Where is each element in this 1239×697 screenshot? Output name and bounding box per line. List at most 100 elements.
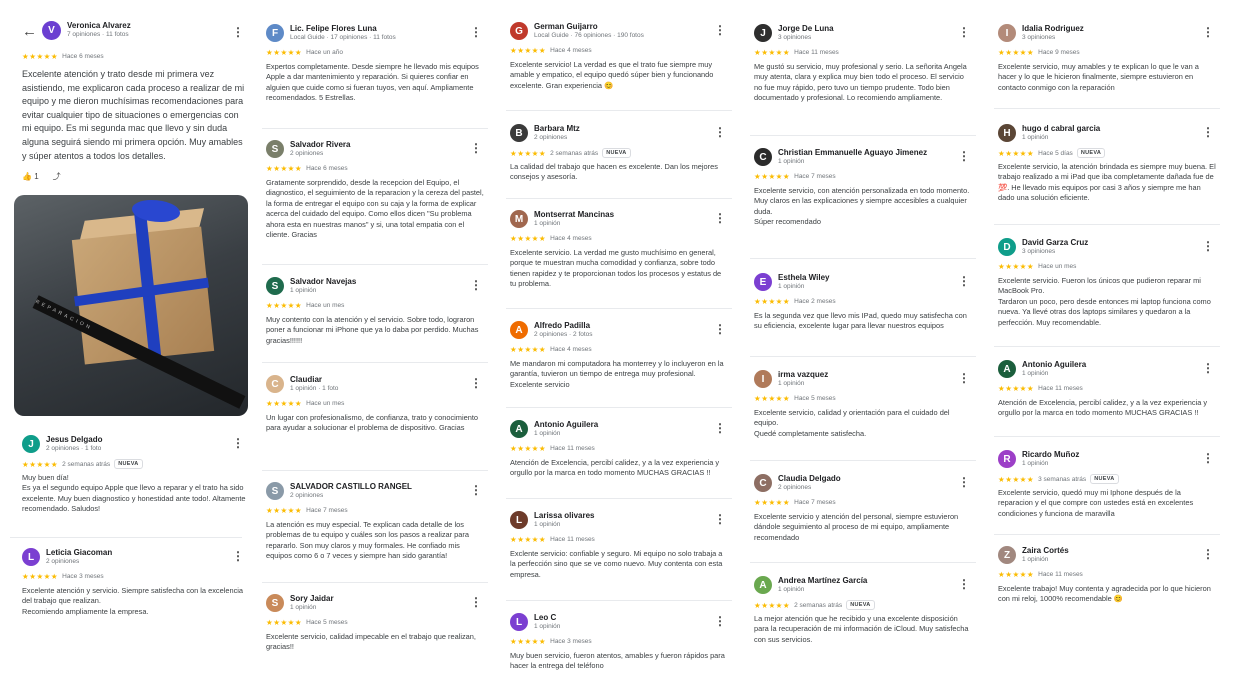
more-options-icon[interactable]: ⋮: [470, 26, 482, 38]
avatar[interactable]: M: [510, 210, 528, 228]
avatar[interactable]: S: [266, 140, 284, 158]
avatar[interactable]: J: [754, 24, 772, 42]
reviewer-name[interactable]: hugo d cabral garcia: [1022, 124, 1100, 134]
more-options-icon[interactable]: ⋮: [714, 212, 726, 224]
avatar[interactable]: F: [266, 24, 284, 42]
avatar[interactable]: H: [998, 124, 1016, 142]
avatar[interactable]: A: [510, 420, 528, 438]
reviewer-name[interactable]: German Guijarro: [534, 22, 644, 32]
review-detail-column: ← V Veronica Alvarez 7 opiniones · 11 fo…: [10, 0, 250, 697]
reviewer-name[interactable]: Alfredo Padilla: [534, 321, 593, 331]
avatar[interactable]: D: [998, 238, 1016, 256]
reviewer-name[interactable]: irma vazquez: [778, 370, 828, 380]
reviewer-name[interactable]: Idalia Rodriguez: [1022, 24, 1084, 34]
review-time: Hace 4 meses: [550, 47, 592, 54]
more-options-icon[interactable]: ⋮: [470, 596, 482, 608]
more-options-icon[interactable]: ⋮: [1202, 548, 1214, 560]
avatar[interactable]: L: [22, 548, 40, 566]
avatar[interactable]: A: [510, 321, 528, 339]
more-options-icon[interactable]: ⋮: [1202, 26, 1214, 38]
more-options-icon[interactable]: ⋮: [1202, 240, 1214, 252]
reviewer-name[interactable]: Sory Jaidar: [290, 594, 334, 604]
reviewer-name[interactable]: David Garza Cruz: [1022, 238, 1088, 248]
more-options-icon[interactable]: ⋮: [470, 279, 482, 291]
avatar[interactable]: Z: [998, 546, 1016, 564]
more-options-icon[interactable]: ⋮: [714, 513, 726, 525]
avatar[interactable]: A: [754, 576, 772, 594]
reviewer-name[interactable]: Barbara Mtz: [534, 124, 580, 134]
reviewer-name[interactable]: Andrea Martínez García: [778, 576, 867, 586]
more-options-icon[interactable]: ⋮: [714, 422, 726, 434]
reviewer-name[interactable]: Lic. Felipe Flores Luna: [290, 24, 396, 34]
reviewer-name[interactable]: SALVADOR CASTILLO RANGEL: [290, 482, 412, 492]
more-options-icon[interactable]: ⋮: [958, 372, 970, 384]
reviewer-name[interactable]: Christian Emmanuelle Aguayo Jimenez: [778, 148, 927, 158]
review-time: Hace un mes: [306, 302, 345, 309]
reviewer-name[interactable]: Larissa olivares: [534, 511, 594, 521]
reviewer-name[interactable]: Leo C: [534, 613, 560, 623]
star-rating: ★★★★★: [998, 570, 1035, 579]
avatar[interactable]: S: [266, 594, 284, 612]
more-options-icon[interactable]: ⋮: [232, 550, 244, 562]
more-options-icon[interactable]: ⋮: [1202, 362, 1214, 374]
reviewer-name[interactable]: Jesus Delgado: [46, 435, 102, 445]
more-options-icon[interactable]: ⋮: [714, 126, 726, 138]
rating-row: ★★★★★ Hace 11 meses: [998, 384, 1083, 393]
avatar[interactable]: B: [510, 124, 528, 142]
avatar[interactable]: A: [998, 360, 1016, 378]
avatar[interactable]: G: [510, 22, 528, 40]
avatar[interactable]: R: [998, 450, 1016, 468]
review-header: A Antonio Aguilera 1 opinión: [998, 360, 1086, 378]
review-time: Hace 11 meses: [550, 445, 595, 452]
more-options-icon[interactable]: ⋮: [958, 476, 970, 488]
more-options-icon[interactable]: ⋮: [470, 484, 482, 496]
avatar[interactable]: S: [266, 482, 284, 500]
more-options-icon[interactable]: ⋮: [1202, 126, 1214, 138]
avatar[interactable]: I: [998, 24, 1016, 42]
avatar[interactable]: L: [510, 613, 528, 631]
review-header: Iirma vazquez 1 opinión: [754, 370, 828, 388]
avatar[interactable]: L: [510, 511, 528, 529]
reviewer-name[interactable]: Jorge De Luna: [778, 24, 834, 34]
more-options-icon[interactable]: ⋮: [714, 323, 726, 335]
more-options-icon[interactable]: ⋮: [958, 578, 970, 590]
reviewer-name[interactable]: Montserrat Mancinas: [534, 210, 614, 220]
review-header: S Salvador Rivera 2 opiniones: [266, 140, 350, 158]
more-options-icon[interactable]: ⋮: [470, 142, 482, 154]
avatar[interactable]: C: [266, 375, 284, 393]
more-options-icon[interactable]: ⋮: [714, 24, 726, 36]
rating-row: ★★★★★ Hace un mes: [266, 399, 344, 408]
review-text: Muy buen día! Es ya el segundo equipo Ap…: [22, 473, 246, 514]
reviewer-name[interactable]: Claudiar: [290, 375, 338, 385]
reviewer-name[interactable]: Salvador Rivera: [290, 140, 350, 150]
reviewer-name[interactable]: Antonio Aguilera: [1022, 360, 1086, 370]
new-badge: NUEVA: [846, 600, 875, 610]
rating-row: ★★★★★ 2 semanas atrás NUEVA: [22, 459, 143, 469]
avatar[interactable]: J: [22, 435, 40, 453]
avatar[interactable]: S: [266, 277, 284, 295]
reviewer-name[interactable]: Claudia Delgado: [778, 474, 841, 484]
reviewer-name[interactable]: Antonio Aguilera: [534, 420, 598, 430]
avatar[interactable]: E: [754, 273, 772, 291]
reviewer-name[interactable]: Ricardo Muñoz: [1022, 450, 1079, 460]
review-time: Hace 3 meses: [550, 638, 592, 645]
review-time: Hace 7 meses: [794, 499, 836, 506]
more-options-icon[interactable]: ⋮: [958, 150, 970, 162]
reviewer-name[interactable]: Zaira Cortés: [1022, 546, 1069, 556]
avatar[interactable]: I: [754, 370, 772, 388]
review-divider: [506, 600, 732, 601]
reviewer-name[interactable]: Esthela Wiley: [778, 273, 830, 283]
more-options-icon[interactable]: ⋮: [470, 377, 482, 389]
more-options-icon[interactable]: ⋮: [232, 437, 244, 449]
review-divider: [506, 110, 732, 111]
more-options-icon[interactable]: ⋮: [958, 275, 970, 287]
more-options-icon[interactable]: ⋮: [958, 26, 970, 38]
avatar[interactable]: C: [754, 474, 772, 492]
more-options-icon[interactable]: ⋮: [1202, 452, 1214, 464]
more-options-icon[interactable]: ⋮: [714, 615, 726, 627]
avatar[interactable]: C: [754, 148, 772, 166]
reviewer-name[interactable]: Leticia Giacoman: [46, 548, 112, 558]
review-divider: [750, 258, 976, 259]
review-header: S Sory Jaidar 1 opinión: [266, 594, 334, 612]
reviewer-name[interactable]: Salvador Navejas: [290, 277, 356, 287]
